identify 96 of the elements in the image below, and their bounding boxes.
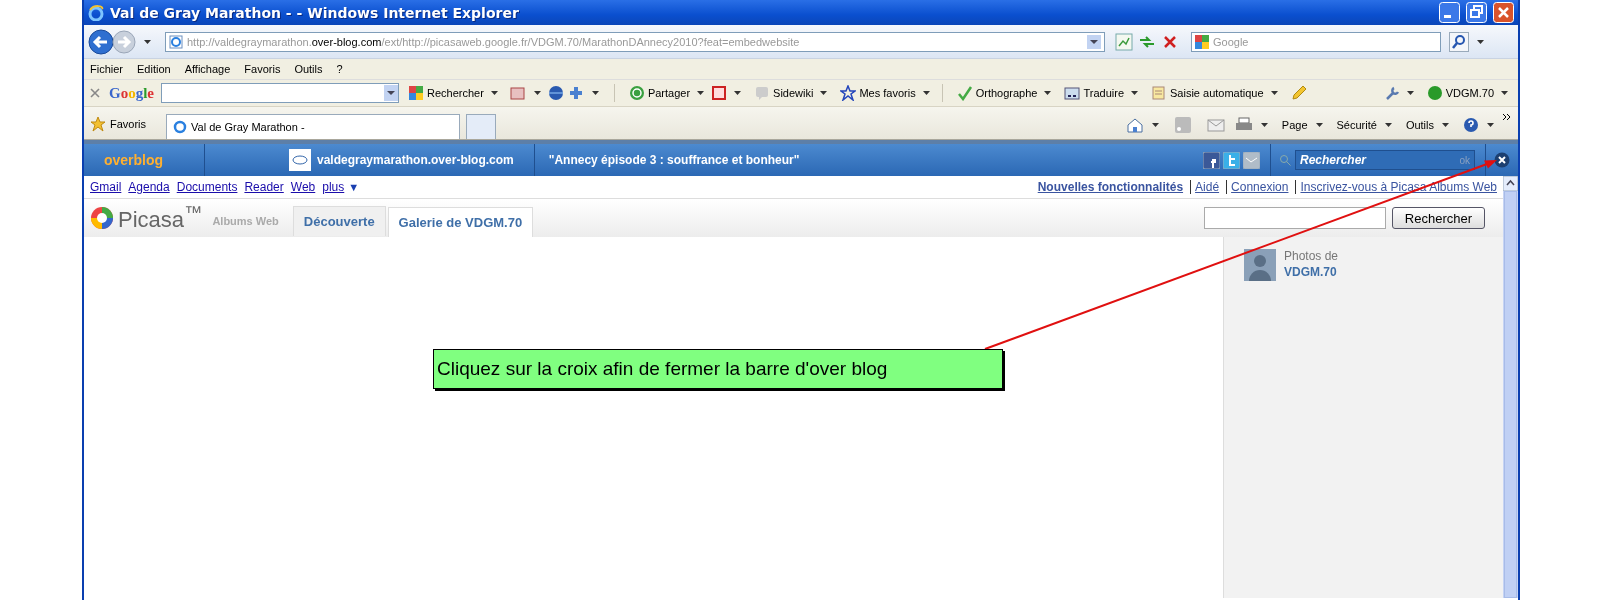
star-icon bbox=[90, 116, 106, 132]
favorites-button[interactable]: Favoris bbox=[90, 111, 147, 137]
browser-logo-icon bbox=[88, 4, 104, 21]
browser-tab[interactable]: Val de Gray Marathon - bbox=[166, 114, 461, 139]
caret-icon[interactable] bbox=[144, 39, 151, 44]
globe-icon[interactable] bbox=[547, 85, 564, 101]
nav-link[interactable]: Web bbox=[290, 180, 316, 194]
back-button[interactable] bbox=[88, 28, 114, 55]
scrollbar-thumb[interactable] bbox=[1504, 191, 1517, 598]
menu-item[interactable]: Outils bbox=[294, 63, 323, 75]
address-field[interactable]: http://valdegraymarathon.over-blog.com/ext/http://picasaweb.google.fr/VDGM.70/MarathonDAnnecy2010?feat=embedwebsite bbox=[165, 31, 1105, 52]
picasa-logo[interactable]: Picasa$^{™}$ bbox=[118, 202, 203, 234]
close-icon[interactable] bbox=[90, 88, 100, 98]
compatibility-icon[interactable] bbox=[1115, 32, 1133, 51]
help-icon[interactable] bbox=[1463, 117, 1479, 133]
toolbar-button[interactable]: Saisie automatique bbox=[1170, 87, 1264, 99]
caret-icon[interactable] bbox=[1406, 91, 1414, 95]
article-title[interactable]: "Annecy épisode 3 : souffrance et bonheur" bbox=[548, 153, 800, 167]
minimize-button[interactable] bbox=[1439, 2, 1460, 23]
page-icon bbox=[173, 120, 188, 134]
menu-item[interactable]: Affichage bbox=[184, 63, 231, 75]
caret-icon[interactable] bbox=[1315, 123, 1323, 127]
owner-caption: Photos de bbox=[1284, 249, 1339, 263]
avatar-icon bbox=[1244, 249, 1276, 281]
close-button[interactable] bbox=[1494, 152, 1510, 168]
toolbar-button[interactable]: Rechercher bbox=[427, 87, 484, 99]
toolbar-button[interactable]: Traduire bbox=[1083, 87, 1124, 99]
caret-icon[interactable] bbox=[533, 91, 541, 95]
menu-item[interactable]: Fichier bbox=[90, 63, 123, 75]
printer-icon[interactable] bbox=[1234, 117, 1253, 133]
blog-link[interactable]: valdegraymarathon.over-blog.com bbox=[317, 153, 514, 167]
star-icon[interactable] bbox=[840, 85, 857, 101]
menu-item[interactable]: Favoris bbox=[244, 63, 281, 75]
home-icon[interactable] bbox=[1125, 117, 1144, 133]
command-button[interactable]: Outils bbox=[1405, 119, 1434, 131]
caret-icon[interactable] bbox=[490, 91, 498, 95]
caret-icon[interactable] bbox=[1384, 123, 1392, 127]
command-button[interactable]: Page bbox=[1281, 119, 1308, 131]
google-logo: Google bbox=[109, 84, 154, 102]
caret-icon[interactable] bbox=[697, 91, 705, 95]
picasa-subtitle: Albums Web bbox=[212, 215, 279, 227]
account-button[interactable]: VDGM.70 bbox=[1445, 87, 1494, 99]
toolbar-button[interactable]: Sidewiki bbox=[773, 87, 814, 99]
caret-icon[interactable] bbox=[1487, 123, 1494, 127]
chevron-icon[interactable] bbox=[1502, 113, 1512, 121]
window-title: Val de Gray Marathon - - Windows Internet Explorer bbox=[110, 4, 520, 21]
caret-icon[interactable] bbox=[1270, 91, 1278, 95]
page-icon bbox=[169, 34, 183, 49]
search-icon[interactable] bbox=[1449, 31, 1469, 52]
search-button[interactable]: Rechercher bbox=[1391, 207, 1485, 229]
caret-icon[interactable] bbox=[1131, 91, 1138, 95]
toolbar-button[interactable]: Mes favoris bbox=[859, 87, 916, 99]
menu-item[interactable]: Edition bbox=[137, 63, 171, 75]
tab[interactable]: Découverte bbox=[292, 206, 386, 236]
dropdown-icon[interactable] bbox=[1087, 34, 1101, 49]
caret-icon[interactable] bbox=[1044, 91, 1052, 95]
picasa-logo-icon[interactable] bbox=[90, 206, 114, 230]
dropdown-arrow[interactable]: ▼ bbox=[348, 181, 360, 193]
account-link[interactable]: Nouvelles fonctionnalités bbox=[1037, 180, 1184, 194]
caret-icon[interactable] bbox=[1260, 123, 1268, 127]
account-link[interactable]: Connexion bbox=[1226, 180, 1289, 194]
account-link[interactable]: Aidé bbox=[1190, 180, 1220, 194]
owner-link[interactable]: VDGM.70 bbox=[1284, 265, 1339, 279]
search-field[interactable] bbox=[161, 83, 399, 103]
toolbar-button[interactable]: Partager bbox=[647, 87, 691, 99]
nav-link[interactable]: Agenda bbox=[128, 180, 170, 194]
facebook-icon[interactable] bbox=[1203, 151, 1220, 169]
search-icon bbox=[1279, 154, 1291, 166]
dropdown-icon[interactable] bbox=[384, 85, 398, 101]
spellcheck-icon[interactable] bbox=[956, 85, 973, 101]
caret-icon[interactable] bbox=[591, 91, 599, 95]
restore-button[interactable] bbox=[1466, 2, 1487, 23]
caret-icon[interactable] bbox=[1477, 39, 1484, 44]
menu-item[interactable]: ? bbox=[336, 63, 343, 75]
caret-icon[interactable] bbox=[1501, 91, 1508, 95]
toolbar-button[interactable]: Orthographe bbox=[975, 87, 1038, 99]
translate-icon[interactable] bbox=[1064, 85, 1081, 101]
status-dot-icon bbox=[1426, 85, 1443, 101]
nav-link[interactable]: Reader bbox=[244, 180, 284, 194]
annotation-note: Cliquez sur la croix afin de fermer la barre d'over blog bbox=[433, 349, 1003, 389]
caret-icon[interactable] bbox=[1151, 123, 1159, 127]
pencil-icon[interactable] bbox=[1290, 85, 1309, 101]
scroll-up-button[interactable] bbox=[1503, 176, 1518, 191]
nav-link[interactable]: Gmail bbox=[90, 180, 122, 194]
caret-icon[interactable] bbox=[734, 91, 742, 95]
command-button[interactable]: Sécurité bbox=[1336, 119, 1377, 131]
search-field[interactable]: Rechercher ok bbox=[1295, 150, 1475, 170]
caret-icon[interactable] bbox=[820, 91, 828, 95]
tab[interactable]: Galerie de VDGM.70 bbox=[387, 207, 534, 237]
search-field[interactable] bbox=[1203, 207, 1386, 229]
caret-icon[interactable] bbox=[922, 91, 930, 95]
nav-link[interactable]: plus bbox=[322, 180, 345, 194]
nav-link[interactable]: Documents bbox=[176, 180, 238, 194]
mail-icon[interactable] bbox=[1243, 151, 1260, 169]
twitter-icon[interactable] bbox=[1223, 151, 1240, 169]
caret-icon[interactable] bbox=[1442, 123, 1449, 127]
